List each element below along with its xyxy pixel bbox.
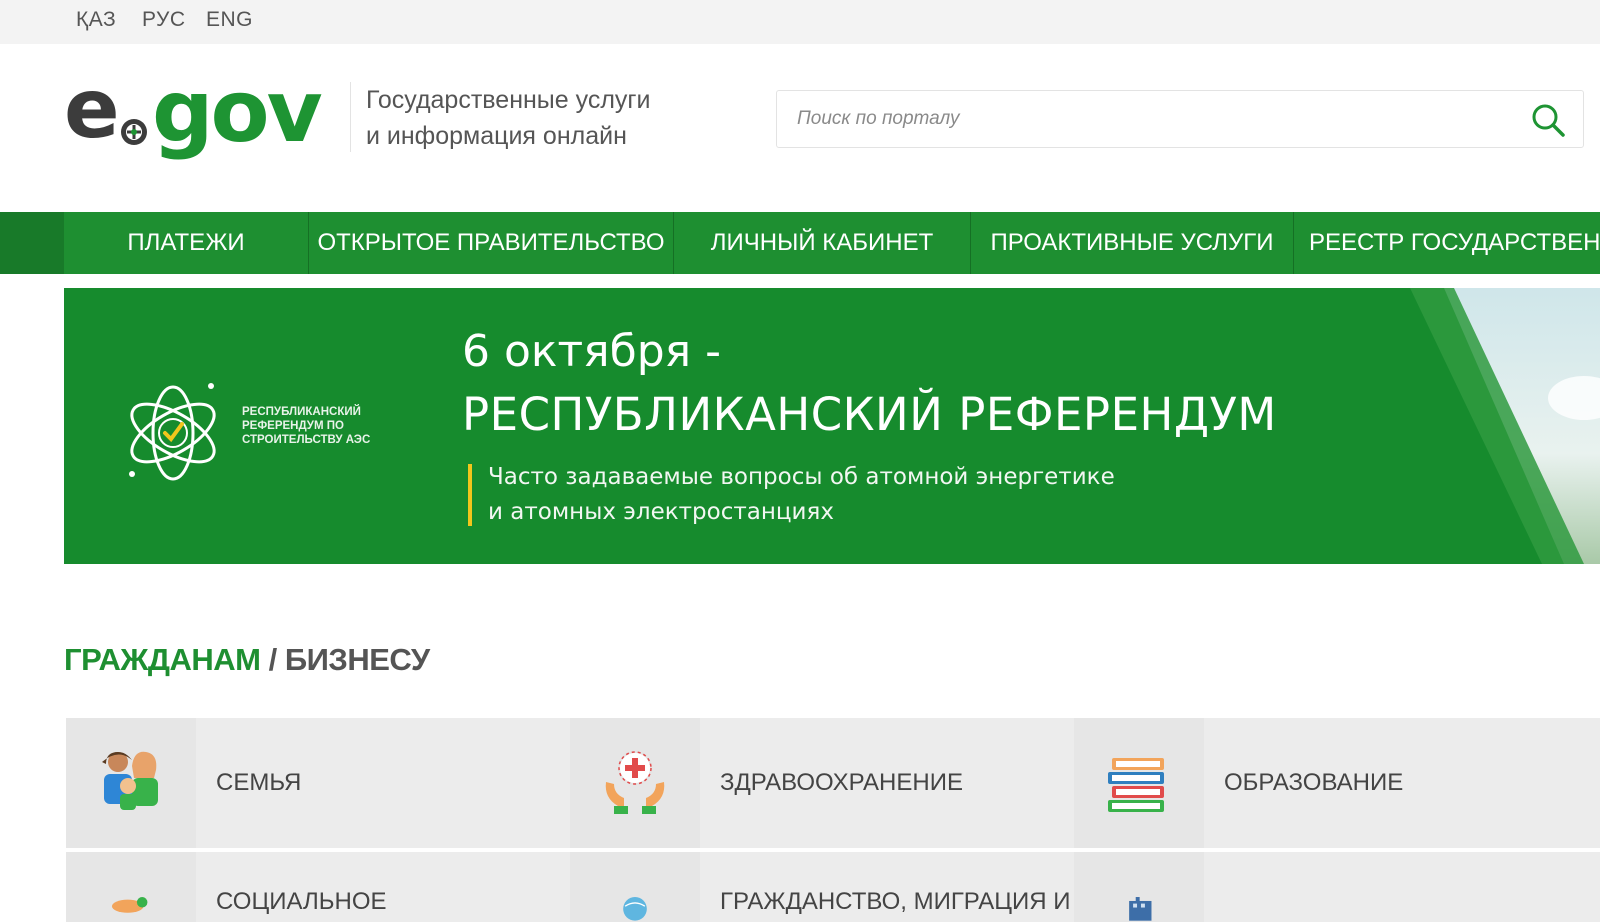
tagline-divider (350, 82, 351, 152)
search-icon[interactable] (1529, 101, 1567, 139)
tab-citizens[interactable]: ГРАЖДАНАМ (64, 642, 261, 677)
banner-subtitle-line-1: Часто задаваемые вопросы об атомной энер… (488, 464, 1115, 490)
tile-icon-box (570, 852, 700, 922)
category-label: СОЦИАЛЬНОЕ (216, 888, 387, 915)
lang-kaz-link[interactable]: ҚАЗ (76, 8, 116, 32)
lang-rus-link[interactable]: РУС (142, 8, 186, 32)
lang-eng-link[interactable]: ENG (206, 8, 253, 32)
nav-item-proactive-services[interactable]: ПРОАКТИВНЫЕ УСЛУГИ (971, 212, 1293, 274)
tab-business[interactable]: БИЗНЕСУ (285, 642, 430, 677)
search-input[interactable] (797, 99, 1497, 139)
nav-left-block (0, 212, 64, 274)
section-title: ГРАЖДАНАМ / БИЗНЕСУ (64, 642, 430, 678)
site-header: e gov Государственные услуги и информаци… (0, 44, 1600, 210)
language-bar: ҚАЗ РУС ENG (0, 0, 1600, 44)
tile-icon-box (570, 718, 700, 848)
banner-headline: РЕСПУБЛИКАНСКИЙ РЕФЕРЕНДУМ (462, 388, 1277, 441)
tagline-line-2: и информация онлайн (366, 122, 627, 150)
healthcare-icon (605, 751, 665, 814)
nav-item-personal-account[interactable]: ЛИЧНЫЙ КАБИНЕТ (674, 212, 970, 274)
logo-gov-text: gov (152, 62, 323, 162)
egov-logo[interactable]: e gov (64, 62, 334, 170)
category-label: ОБРАЗОВАНИЕ (1224, 769, 1404, 796)
tile-icon-box (66, 852, 196, 922)
education-icon (1108, 758, 1164, 812)
category-label: СЕМЬЯ (216, 769, 302, 796)
main-nav: ПЛАТЕЖИ ОТКРЫТОЕ ПРАВИТЕЛЬСТВО ЛИЧНЫЙ КА… (0, 212, 1600, 274)
category-tile-family[interactable]: СЕМЬЯ (66, 718, 578, 848)
search-box (776, 90, 1584, 148)
emblem-icon (121, 119, 147, 145)
nav-item-state-registry[interactable]: РЕЕСТР ГОСУДАРСТВЕНН (1294, 212, 1600, 274)
citizenship-icon (623, 897, 647, 921)
category-tile-social[interactable]: СОЦИАЛЬНОЕ (66, 852, 578, 922)
nav-item-payments[interactable]: ПЛАТЕЖИ (64, 212, 308, 274)
banner-date: 6 октября - (462, 326, 721, 377)
category-label: ЗДРАВООХРАНЕНИЕ (720, 769, 963, 796)
tile-icon-box (1074, 852, 1204, 922)
category-tile-healthcare[interactable]: ЗДРАВООХРАНЕНИЕ (570, 718, 1082, 848)
referendum-mark-text: РЕСПУБЛИКАНСКИЙ РЕФЕРЕНДУМ ПО СТРОИТЕЛЬС… (242, 406, 371, 446)
referendum-banner[interactable]: РЕСПУБЛИКАНСКИЙ РЕФЕРЕНДУМ ПО СТРОИТЕЛЬС… (64, 288, 1600, 564)
building-icon (1129, 897, 1152, 921)
banner-subtitle: Часто задаваемые вопросы об атомной энер… (488, 460, 1115, 530)
tile-icon-box (66, 718, 196, 848)
banner-accent-line (468, 464, 472, 526)
banner-subtitle-line-2: и атомных электростанциях (488, 499, 834, 525)
social-icon (111, 897, 148, 913)
site-tagline: Государственные услуги и информация онла… (366, 82, 651, 154)
category-label: ГРАЖДАНСТВО, МИГРАЦИЯ И (720, 888, 1071, 915)
tile-icon-box (1074, 718, 1204, 848)
nav-item-open-government[interactable]: ОТКРЫТОЕ ПРАВИТЕЛЬСТВО (309, 212, 673, 274)
logo-e-text: e (64, 62, 120, 157)
section-slash: / (260, 642, 285, 677)
category-tile-building[interactable] (1074, 852, 1600, 922)
category-grid: СЕМЬЯ ЗДРАВООХРАНЕНИЕ ОБРАЗОВАНИЕ СОЦИАЛ… (66, 718, 1600, 922)
atom-icon (129, 383, 216, 481)
tagline-line-1: Государственные услуги (366, 86, 651, 114)
category-tile-education[interactable]: ОБРАЗОВАНИЕ (1074, 718, 1600, 848)
category-tile-citizenship[interactable]: ГРАЖДАНСТВО, МИГРАЦИЯ И (570, 852, 1082, 922)
family-icon (102, 751, 158, 810)
